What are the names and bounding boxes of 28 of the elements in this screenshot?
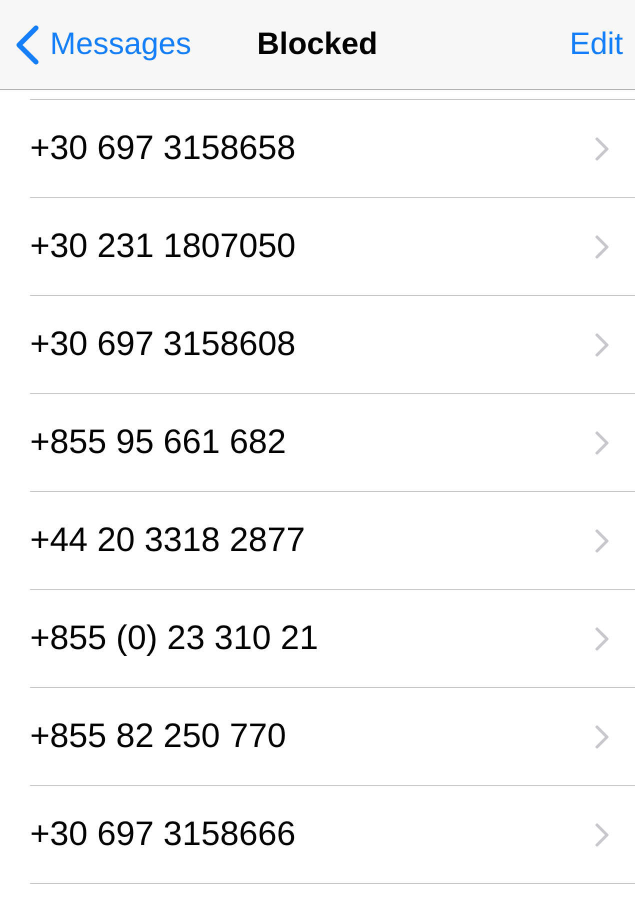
chevron-right-icon: [595, 822, 609, 846]
phone-number: +855 95 661 682: [30, 422, 286, 463]
edit-button[interactable]: Edit: [570, 21, 635, 68]
navigation-title: Blocked: [257, 25, 378, 64]
chevron-right-icon: [595, 332, 609, 356]
blocked-number-row[interactable]: +855 (0) 23 310 21: [30, 590, 635, 688]
chevron-right-icon: [595, 430, 609, 454]
blocked-number-row[interactable]: +30 697 3158608: [30, 296, 635, 394]
phone-number: +30 697 3158666: [30, 814, 296, 855]
back-button[interactable]: Messages: [0, 21, 192, 68]
phone-number: +855 82 250 770: [30, 716, 286, 757]
back-chevron-icon: [14, 24, 40, 64]
chevron-right-icon: [595, 234, 609, 258]
chevron-right-icon: [595, 136, 609, 160]
blocked-number-row[interactable]: +30 697 3158658: [30, 100, 635, 198]
blocked-number-row[interactable]: +44 20 3318 2877: [30, 492, 635, 590]
chevron-right-icon: [595, 626, 609, 650]
phone-number: +30 231 1807050: [30, 226, 296, 267]
phone-number: +44 20 3318 2877: [30, 520, 306, 561]
phone-number: +30 697 3158658: [30, 128, 296, 169]
chevron-right-icon: [595, 724, 609, 748]
chevron-right-icon: [595, 528, 609, 552]
blocked-number-row[interactable]: +30 697 3158666: [30, 786, 635, 884]
blocked-number-row[interactable]: +855 82 250 770: [30, 688, 635, 786]
blocked-number-row[interactable]: +30 231 1807050: [30, 198, 635, 296]
phone-number: +855 (0) 23 310 21: [30, 618, 318, 659]
blocked-number-row[interactable]: +855 95 661 682: [30, 394, 635, 492]
phone-number: +30 697 3158608: [30, 324, 296, 365]
